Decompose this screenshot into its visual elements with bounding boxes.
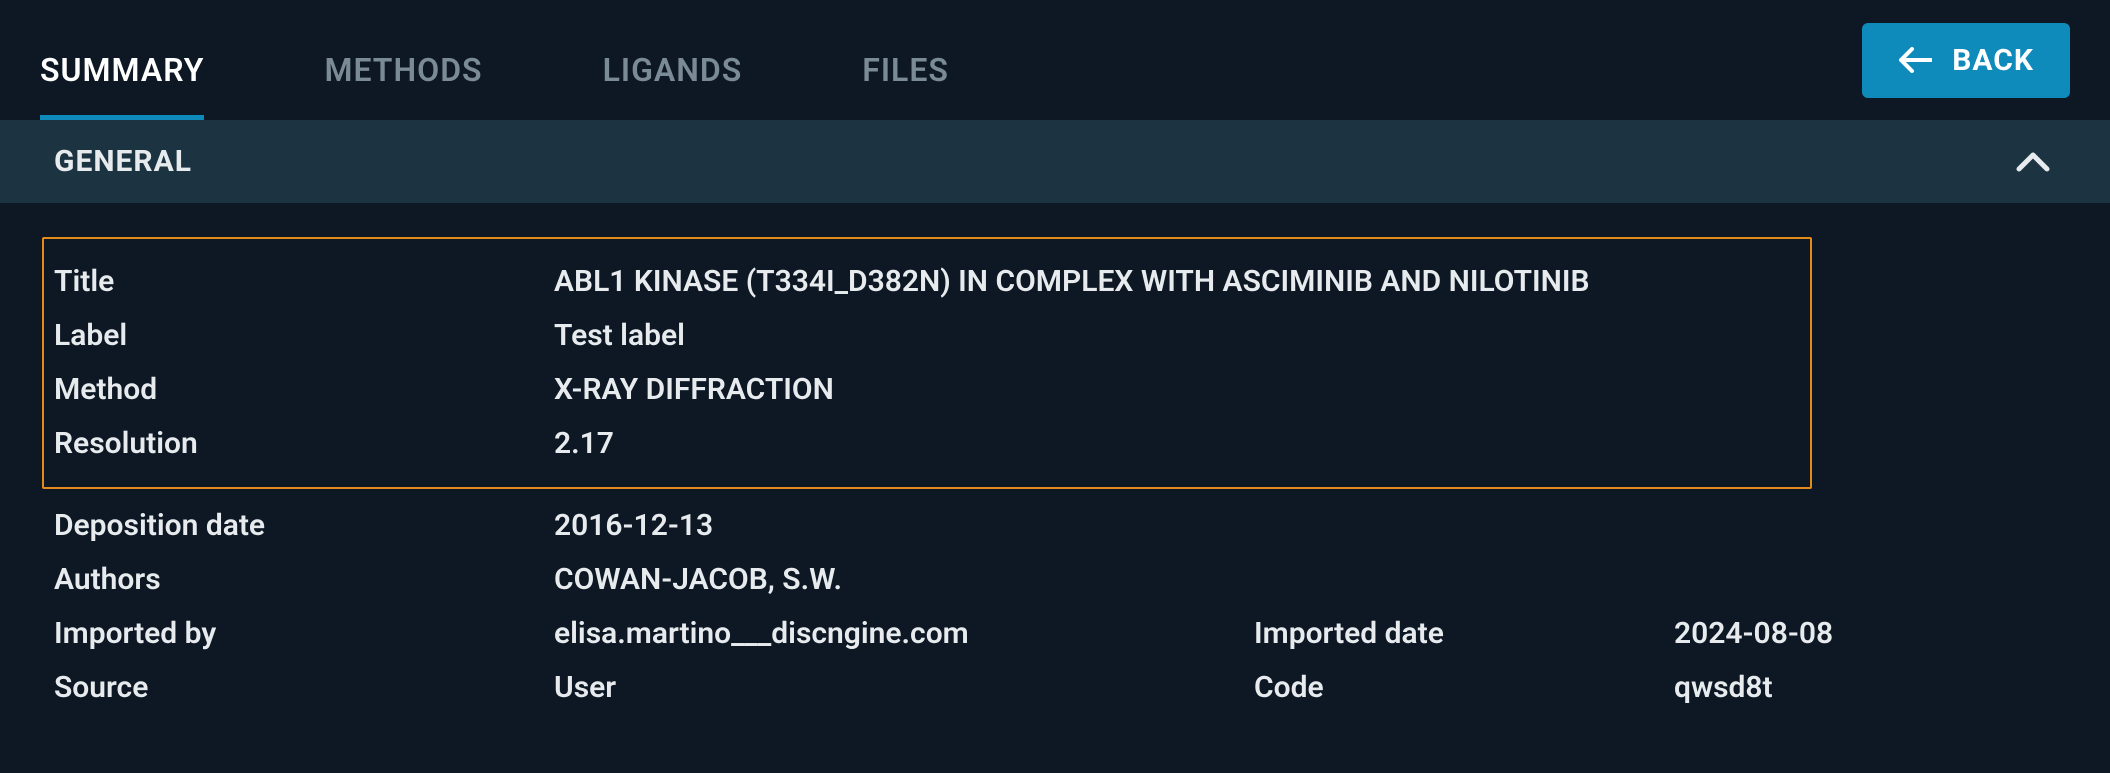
row-source: Source User Code qwsd8t xyxy=(54,661,2070,715)
field-label: Authors xyxy=(54,553,554,607)
field-value: 2024-08-08 xyxy=(1674,607,2070,661)
tab-strip: SUMMARY METHODS LIGANDS FILES xyxy=(40,0,949,120)
field-value: User xyxy=(554,661,1254,715)
field-value: elisa.martino___discngine.com xyxy=(554,607,1254,661)
section-title: GENERAL xyxy=(54,144,192,179)
field-label: Source xyxy=(54,661,554,715)
field-value: qwsd8t xyxy=(1674,661,2070,715)
field-label: Imported date xyxy=(1254,607,1674,661)
tab-methods[interactable]: METHODS xyxy=(324,21,482,120)
row-title: Title ABL1 KINASE (T334I_D382N) IN COMPL… xyxy=(54,255,1810,309)
row-deposition: Deposition date 2016-12-13 xyxy=(54,499,2070,553)
back-button-label: BACK xyxy=(1952,43,2034,78)
field-value: Test label xyxy=(554,309,1254,363)
field-value: X-RAY DIFFRACTION xyxy=(554,363,1254,417)
field-label: Label xyxy=(54,309,554,363)
field-label: Imported by xyxy=(54,607,554,661)
tab-files[interactable]: FILES xyxy=(862,21,949,120)
section-body-general: Title ABL1 KINASE (T334I_D382N) IN COMPL… xyxy=(0,203,2110,755)
row-imported: Imported by elisa.martino___discngine.co… xyxy=(54,607,2070,661)
field-value: 2.17 xyxy=(554,417,1254,471)
field-label: Resolution xyxy=(54,417,554,471)
row-method: Method X-RAY DIFFRACTION xyxy=(54,363,1810,417)
field-value: ABL1 KINASE (T334I_D382N) IN COMPLEX WIT… xyxy=(554,255,1590,309)
row-resolution: Resolution 2.17 xyxy=(54,417,1810,471)
field-value: COWAN-JACOB, S.W. xyxy=(554,553,1254,607)
row-label: Label Test label xyxy=(54,309,1810,363)
field-label: Code xyxy=(1254,661,1674,715)
arrow-left-icon xyxy=(1898,46,1932,74)
tab-summary[interactable]: SUMMARY xyxy=(40,21,204,120)
field-label: Method xyxy=(54,363,554,417)
field-label: Deposition date xyxy=(54,499,554,553)
section-header-general[interactable]: GENERAL xyxy=(0,120,2110,203)
top-bar: SUMMARY METHODS LIGANDS FILES BACK xyxy=(0,0,2110,120)
back-button[interactable]: BACK xyxy=(1862,23,2070,98)
highlight-box: Title ABL1 KINASE (T334I_D382N) IN COMPL… xyxy=(42,237,1812,489)
field-label: Title xyxy=(54,255,554,309)
row-authors: Authors COWAN-JACOB, S.W. xyxy=(54,553,2070,607)
field-value: 2016-12-13 xyxy=(554,499,1254,553)
tab-ligands[interactable]: LIGANDS xyxy=(603,21,743,120)
chevron-up-icon xyxy=(2016,152,2050,172)
